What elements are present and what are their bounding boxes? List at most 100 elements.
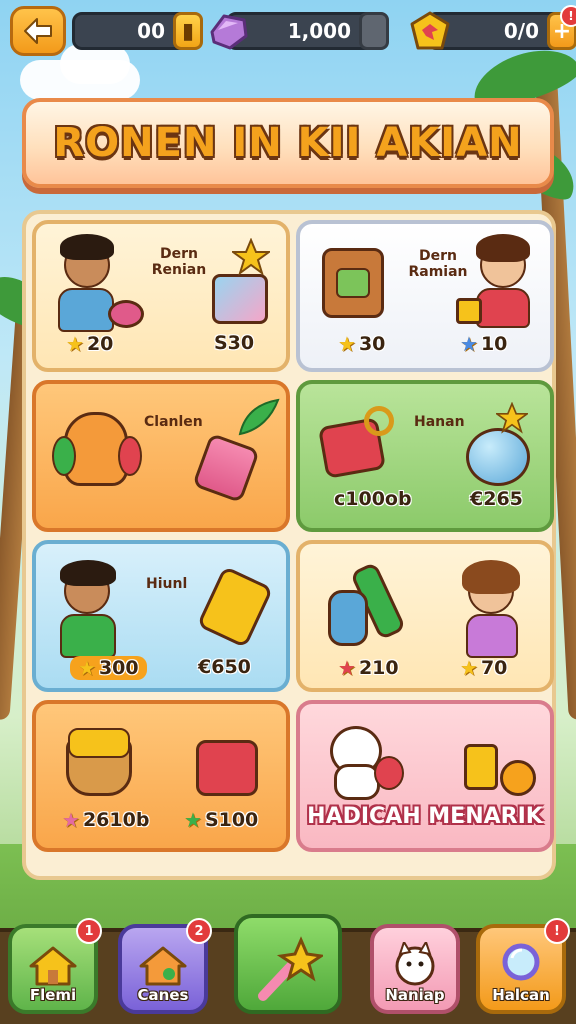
shop-card-7[interactable]: ★ 2610b ★ S100 xyxy=(32,700,290,852)
price-value: 300 xyxy=(98,657,139,679)
coin-stack xyxy=(500,760,536,796)
nav-label: Naniap xyxy=(385,986,445,1004)
nav-item-canes[interactable]: Canes 2 xyxy=(118,918,212,1014)
title-banner: RONEN IN KII AKIAN xyxy=(22,98,554,188)
price-coins: €650 xyxy=(198,656,251,678)
price-coins: S30 xyxy=(214,332,254,354)
price-value: 210 xyxy=(358,657,399,679)
nav-label: Halcan xyxy=(492,986,550,1004)
price-stars: ★ 210 xyxy=(338,656,399,680)
shop-card-2[interactable]: Dern Ramian ★ 30 ★ 10 xyxy=(296,220,554,372)
promo-text: HADICAH MENARIK xyxy=(307,804,543,829)
price-stars: ★ 2610b xyxy=(62,808,149,832)
kid-body xyxy=(60,614,116,658)
card-label: Dern Renian xyxy=(151,246,207,278)
price-stars: ★ 30 xyxy=(338,332,385,356)
pencil-sharpener xyxy=(191,432,261,504)
shop-card-4[interactable]: Hanan c100ob €265 xyxy=(296,380,554,532)
shop-board: Dern Renian ★ 20 S30 Dern Ramian ★ 30 ★ 10 … xyxy=(22,210,556,880)
gold-star-icon xyxy=(496,402,528,434)
price-coins: c100ob xyxy=(334,488,412,510)
star-icon: ★ xyxy=(338,332,356,356)
shop-card-6[interactable]: ★ 210 ★ 70 xyxy=(296,540,554,692)
nav-badge: 1 xyxy=(76,918,102,944)
lunch-box xyxy=(196,565,274,649)
juice-cup xyxy=(464,744,498,790)
key-ring xyxy=(364,406,394,436)
red-star-icon: ★ xyxy=(338,656,356,680)
basket-lid xyxy=(68,728,130,758)
nav-badge: 2 xyxy=(186,918,212,944)
price-value: S100 xyxy=(204,809,259,831)
nav-item-naniap[interactable]: Naniap xyxy=(370,924,460,1014)
nav-item-home[interactable]: Flemi 1 xyxy=(8,918,102,1014)
top-bar: 00 ▮ 1,000 0/0 + ! xyxy=(10,5,576,56)
home-icon xyxy=(29,946,77,986)
shop-card-5[interactable]: Hiunl ★ 300 €650 xyxy=(32,540,290,692)
card-label: Dern Ramian xyxy=(408,248,468,280)
shop-card-3[interactable]: Clanlen xyxy=(32,380,290,532)
coin-icon: ▮ xyxy=(173,12,203,50)
pink-star-icon: ★ xyxy=(62,808,80,832)
gift-bag xyxy=(196,740,258,796)
nav-badge: ! xyxy=(544,918,570,944)
price-value: 10 xyxy=(480,333,508,355)
price-gems: ★ 10 xyxy=(460,332,507,356)
energy-amount: 0/0 xyxy=(503,19,539,43)
star-icon: ★ xyxy=(78,656,96,680)
price-value: 30 xyxy=(358,333,386,355)
price-stars: ★ 70 xyxy=(460,656,507,680)
nav-label: Canes xyxy=(137,986,189,1004)
price-value: €265 xyxy=(470,488,523,510)
gem-amount: 1,000 xyxy=(287,19,351,43)
cup xyxy=(456,298,482,324)
gem-icon xyxy=(210,14,248,50)
blue-star-icon: ★ xyxy=(460,332,478,356)
water-gun xyxy=(328,590,368,646)
kid-body xyxy=(58,288,114,332)
arrow-left-icon xyxy=(24,18,52,44)
strap-right xyxy=(118,436,142,476)
fruit xyxy=(374,756,404,790)
nav-item-halcan[interactable]: Halcan ! xyxy=(476,918,570,1014)
price-value: €650 xyxy=(198,656,251,678)
mirror-icon xyxy=(502,943,540,981)
card-label: Hiunl xyxy=(146,576,188,592)
cat-icon xyxy=(395,942,435,986)
kid-body xyxy=(466,614,518,658)
kid-hair xyxy=(60,560,116,586)
kid-hair xyxy=(60,234,114,260)
gift-box xyxy=(212,274,268,324)
shop-card-1[interactable]: Dern Renian ★ 20 S30 xyxy=(32,220,290,372)
price-value: S30 xyxy=(214,332,255,354)
price-value: 2610b xyxy=(82,809,150,831)
kid-body xyxy=(476,288,530,328)
backpack-patch xyxy=(336,268,370,298)
price-stars: ★ S100 xyxy=(184,808,258,832)
nav-label: Flemi xyxy=(29,986,77,1004)
price-stars: ★ 20 xyxy=(66,332,113,356)
house-icon xyxy=(139,946,187,986)
coin-counter: 00 ▮ xyxy=(72,12,203,50)
yarn-ball xyxy=(108,300,144,328)
card-label: Clanlen xyxy=(144,414,203,430)
page-title: RONEN IN KII AKIAN xyxy=(53,120,523,166)
kid-hair xyxy=(462,560,520,594)
coin-amount: 00 xyxy=(137,19,165,43)
star-icon: ★ xyxy=(460,656,478,680)
price-value: c100ob xyxy=(334,488,412,510)
strap-left xyxy=(52,436,76,476)
shop-card-8[interactable]: HADICAH MENARIK xyxy=(296,700,554,852)
star-wand-icon xyxy=(258,936,323,1001)
price-value: 70 xyxy=(480,657,508,679)
price-value: 20 xyxy=(86,333,114,355)
panda-body xyxy=(334,764,380,800)
nav-item-center[interactable] xyxy=(234,914,342,1014)
add-energy-button[interactable]: + ! xyxy=(547,5,576,50)
energy-shield-icon xyxy=(410,11,450,50)
gem-ball xyxy=(466,428,530,486)
alert-badge: ! xyxy=(560,5,576,27)
price-gems: €265 xyxy=(470,488,523,510)
back-button[interactable] xyxy=(10,6,66,56)
green-star-icon: ★ xyxy=(184,808,202,832)
